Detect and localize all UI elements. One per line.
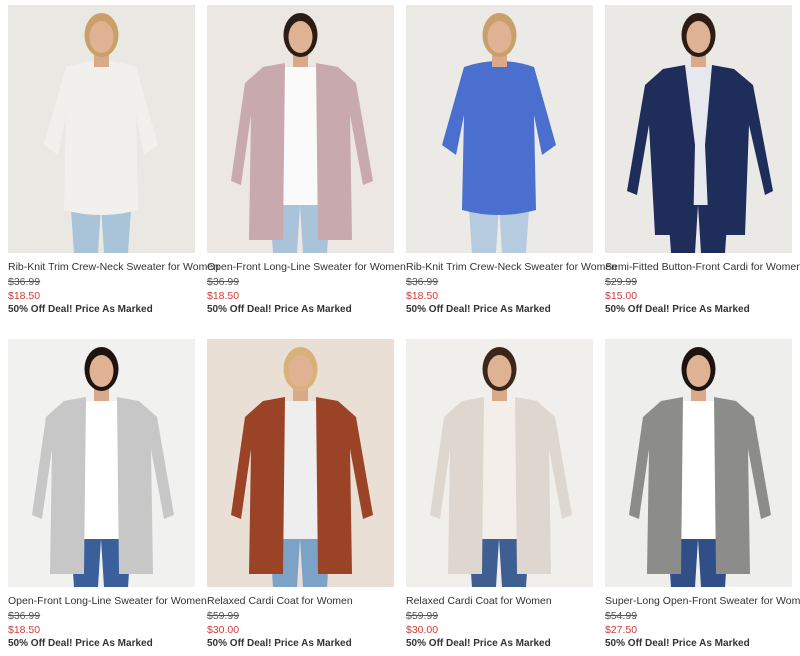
product-image[interactable] <box>605 5 792 253</box>
promo-text: 50% Off Deal! Price As Marked <box>605 638 750 649</box>
sale-price: $27.50 <box>605 624 638 636</box>
sale-price: $18.50 <box>8 624 41 636</box>
model-face <box>686 355 711 387</box>
product-photo <box>605 5 792 253</box>
sale-price: $18.50 <box>406 290 439 302</box>
sale-price: $30.00 <box>207 624 240 636</box>
product-photo <box>207 5 394 253</box>
product-photo <box>406 339 593 587</box>
product-image[interactable] <box>207 339 394 587</box>
product-image[interactable] <box>605 339 792 587</box>
product-title[interactable]: Rib-Knit Trim Crew-Neck Sweater for Wome… <box>8 261 219 273</box>
product-image[interactable] <box>8 339 195 587</box>
model-face <box>686 21 711 53</box>
product-grid: Rib-Knit Trim Crew-Neck Sweater for Wome… <box>0 0 800 656</box>
product-title[interactable]: Semi-Fitted Button-Front Cardi for Women <box>605 261 800 273</box>
product-photo <box>8 339 195 587</box>
original-price: $36.99 <box>8 610 41 622</box>
model-face <box>288 355 313 387</box>
product-title[interactable]: Open-Front Long-Line Sweater for Women <box>8 595 208 607</box>
original-price: $36.99 <box>8 276 41 288</box>
product-photo <box>605 339 792 587</box>
product-title[interactable]: Rib-Knit Trim Crew-Neck Sweater for Wome… <box>406 261 617 273</box>
product-image[interactable] <box>406 339 593 587</box>
sale-price: $15.00 <box>605 290 638 302</box>
original-price: $59.99 <box>207 610 240 622</box>
promo-text: 50% Off Deal! Price As Marked <box>406 304 551 315</box>
original-price: $36.99 <box>207 276 240 288</box>
sale-price: $18.50 <box>207 290 240 302</box>
product-photo <box>207 339 394 587</box>
product-title[interactable]: Relaxed Cardi Coat for Women <box>406 595 606 607</box>
promo-text: 50% Off Deal! Price As Marked <box>207 304 352 315</box>
product-title[interactable]: Relaxed Cardi Coat for Women <box>207 595 407 607</box>
product-image[interactable] <box>8 5 195 253</box>
model-face <box>487 355 512 387</box>
promo-text: 50% Off Deal! Price As Marked <box>605 304 750 315</box>
model-face <box>288 21 313 53</box>
sale-price: $18.50 <box>8 290 41 302</box>
product-photo <box>406 5 593 253</box>
promo-text: 50% Off Deal! Price As Marked <box>8 304 153 315</box>
sale-price: $30.00 <box>406 624 439 636</box>
original-price: $59.99 <box>406 610 439 622</box>
promo-text: 50% Off Deal! Price As Marked <box>207 638 352 649</box>
original-price: $36.99 <box>406 276 439 288</box>
product-title[interactable]: Open-Front Long-Line Sweater for Women <box>207 261 407 273</box>
promo-text: 50% Off Deal! Price As Marked <box>8 638 153 649</box>
original-price: $29.99 <box>605 276 638 288</box>
original-price: $54.99 <box>605 610 638 622</box>
promo-text: 50% Off Deal! Price As Marked <box>406 638 551 649</box>
product-title[interactable]: Super-Long Open-Front Sweater for Women <box>605 595 800 607</box>
model-face <box>89 355 114 387</box>
product-photo <box>8 5 195 253</box>
model-face <box>487 21 512 53</box>
product-image[interactable] <box>406 5 593 253</box>
model-face <box>89 21 114 53</box>
product-image[interactable] <box>207 5 394 253</box>
